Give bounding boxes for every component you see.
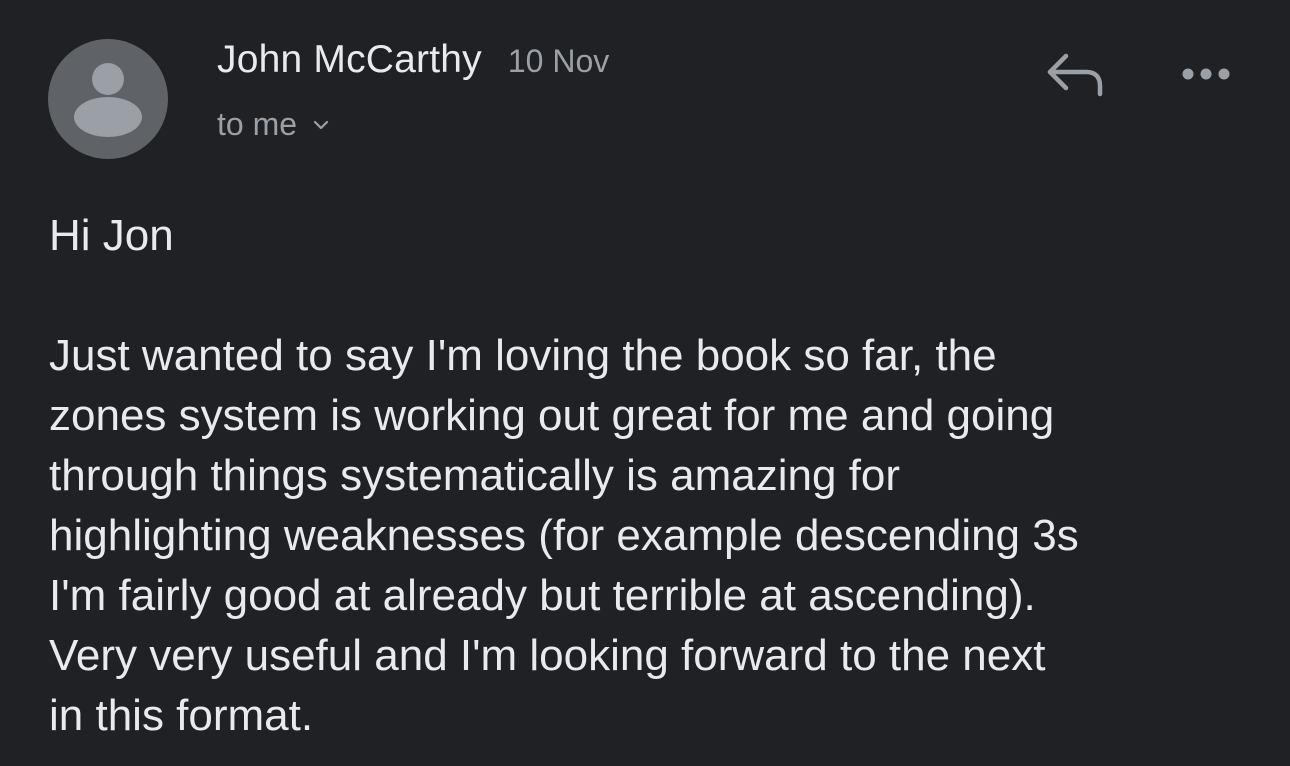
message-paragraph: Just wanted to say I'm loving the book s… — [49, 326, 1249, 746]
message-date: 10 Nov — [507, 43, 610, 79]
sender-name[interactable]: John McCarthy — [217, 38, 482, 82]
sender-line: John McCarthy 10 Nov — [217, 38, 609, 82]
more-options-icon — [1182, 68, 1230, 80]
body-line: highlighting weaknesses (for example des… — [49, 511, 1079, 560]
recipient-label: to me — [217, 106, 298, 142]
body-line: zones system is working out great for me… — [49, 391, 1055, 440]
recipient-details-toggle[interactable]: to me — [217, 106, 331, 143]
reply-icon — [1047, 53, 1103, 97]
message-body: Hi Jon Just wanted to say I'm loving the… — [49, 206, 1249, 746]
sender-avatar[interactable] — [48, 39, 168, 159]
chevron-down-icon — [311, 115, 331, 135]
body-line: Just wanted to say I'm loving the book s… — [49, 331, 997, 380]
more-options-button[interactable] — [1176, 56, 1236, 92]
message-header: John McCarthy 10 Nov to me — [0, 0, 1290, 180]
body-line: in this format. — [49, 691, 314, 740]
body-line: through things systematically is amazing… — [49, 451, 901, 500]
reply-button[interactable] — [1040, 48, 1108, 102]
body-line: Very very useful and I'm looking forward… — [49, 631, 1046, 680]
body-line: I'm fairly good at already but terrible … — [49, 571, 1036, 620]
person-avatar-icon — [74, 63, 142, 137]
message-greeting: Hi Jon — [49, 211, 174, 260]
